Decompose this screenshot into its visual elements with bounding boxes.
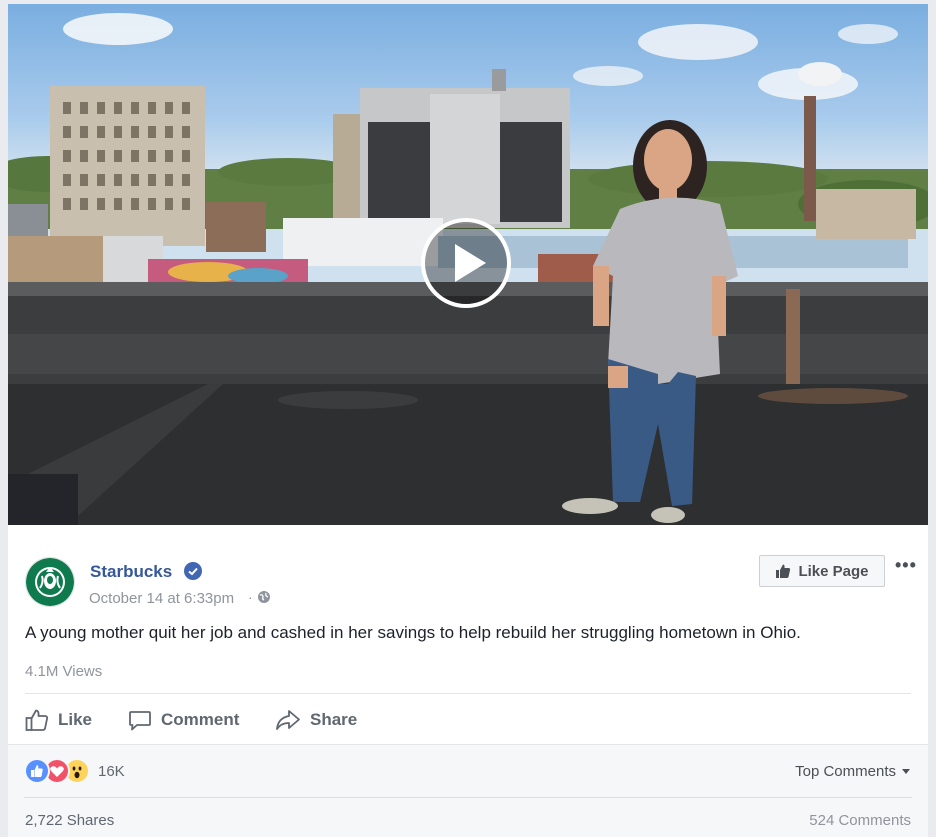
starbucks-logo-icon xyxy=(26,558,74,606)
comment-label: Comment xyxy=(161,710,240,729)
like-button[interactable]: Like xyxy=(25,706,92,734)
separator-dot: · xyxy=(248,589,253,605)
avatar[interactable] xyxy=(25,557,75,607)
thumbs-up-icon xyxy=(776,564,791,578)
video-player[interactable] xyxy=(8,4,928,525)
divider xyxy=(25,693,911,694)
top-comments-label: Top Comments xyxy=(795,763,896,780)
caret-down-icon xyxy=(902,769,910,774)
reaction-count[interactable]: 16K xyxy=(98,763,125,780)
play-icon xyxy=(454,244,486,282)
divider xyxy=(24,797,912,798)
share-button[interactable]: Share xyxy=(275,706,357,734)
comments-count[interactable]: 524 Comments xyxy=(809,812,911,829)
globe-icon[interactable] xyxy=(257,590,271,604)
shares-count[interactable]: 2,722 Shares xyxy=(25,812,114,829)
view-count: 4.1M Views xyxy=(25,663,103,680)
reactions-summary[interactable]: 16K xyxy=(24,758,125,784)
like-label: Like xyxy=(58,710,93,729)
like-page-label: Like Page xyxy=(798,562,869,580)
share-arrow-icon xyxy=(276,710,300,730)
like-page-button[interactable]: Like Page xyxy=(759,555,885,587)
more-options-icon[interactable]: ••• xyxy=(895,556,917,574)
top-comments-dropdown[interactable]: Top Comments xyxy=(795,763,910,780)
verified-badge-icon xyxy=(184,562,202,580)
post-message: A young mother quit her job and cashed i… xyxy=(25,623,801,642)
reactions-footer: 16K Top Comments 2,722 Shares 524 Commen… xyxy=(8,744,928,837)
share-label: Share xyxy=(310,710,358,729)
play-button[interactable] xyxy=(421,218,511,308)
comment-bubble-icon xyxy=(129,711,151,731)
post-timestamp[interactable]: October 14 at 6:33pm xyxy=(89,590,234,607)
comment-button[interactable]: Comment xyxy=(128,706,239,734)
thumbs-up-outline-icon xyxy=(25,709,49,731)
page-name-link[interactable]: Starbucks xyxy=(90,562,172,582)
post-card: Starbucks October 14 at 6:33pm · Like Pa… xyxy=(8,4,928,837)
like-reaction-icon xyxy=(24,758,50,784)
